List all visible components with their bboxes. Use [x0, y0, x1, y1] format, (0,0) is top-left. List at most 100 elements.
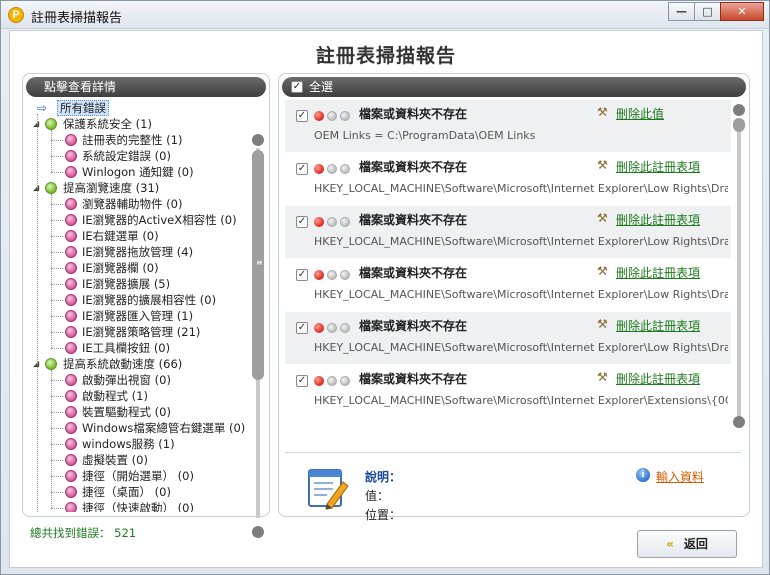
tree-connector: [51, 332, 63, 333]
hammer-icon: ⚒: [597, 317, 608, 331]
title-bar[interactable]: P 註冊表掃描報告 — □ ✕: [1, 1, 769, 29]
delete-link[interactable]: 刪除此註冊表項: [616, 370, 700, 387]
tree-item[interactable]: 啟動彈出視窗 (0): [33, 372, 251, 388]
back-arrow-icon: «: [666, 537, 674, 551]
tree-item[interactable]: IE工具欄按鈕 (0): [33, 340, 251, 356]
tree-category[interactable]: ◢ 保護系統安全 (1): [33, 116, 251, 132]
tree-item[interactable]: 系統設定錯誤 (0): [33, 148, 251, 164]
delete-link[interactable]: 刪除此註冊表項: [616, 264, 700, 281]
error-item-icon: [65, 198, 77, 210]
result-entry[interactable]: ✓ 檔案或資料夾不存在 ⚒ 刪除此註冊表項 HKEY_LOCAL_MACHINE\Sof…: [285, 365, 731, 417]
import-data-link[interactable]: 輸入資料: [656, 468, 704, 485]
result-entry[interactable]: ✓ 檔案或資料夾不存在 ⚒ 刪除此註冊表項 HKEY_LOCAL_MACHINE\Sof…: [285, 259, 731, 311]
tree-connector: [51, 204, 63, 205]
info-icon: i: [636, 468, 650, 482]
severity-red-icon: [314, 376, 324, 386]
error-item-icon: [65, 486, 77, 498]
delete-link[interactable]: 刪除此註冊表項: [616, 211, 700, 228]
tree-connector: [51, 492, 63, 493]
delete-link[interactable]: 刪除此註冊表項: [616, 317, 700, 334]
entry-path: HKEY_LOCAL_MACHINE\Software\Microsoft\In…: [314, 288, 728, 301]
error-item-icon: [65, 166, 77, 178]
tree-item-label: 捷徑（開始選單） (0): [82, 469, 194, 483]
tree-item-label: 提高瀏覽速度 (31): [63, 181, 160, 195]
tree-item[interactable]: Windows檔案總管右鍵選單 (0): [33, 420, 251, 436]
close-button[interactable]: ✕: [720, 2, 764, 21]
scroll-up-icon[interactable]: [733, 104, 745, 116]
entry-checkbox[interactable]: ✓: [296, 110, 308, 122]
tree-item[interactable]: 裝置驅動程式 (0): [33, 404, 251, 420]
info-divider: [285, 452, 741, 453]
tree-item[interactable]: 虛擬裝置 (0): [33, 452, 251, 468]
scroll-thumb[interactable]: ≡: [252, 150, 264, 380]
tree-connector: [51, 140, 63, 141]
scroll-thumb[interactable]: [733, 118, 745, 132]
results-scrollbar[interactable]: [733, 104, 745, 434]
tree-connector: [51, 396, 63, 397]
minimize-button[interactable]: —: [668, 2, 695, 21]
tree-connector: [51, 316, 63, 317]
tree-category[interactable]: ◢ 提高瀏覽速度 (31): [33, 180, 251, 196]
severity-gray-icon: [340, 323, 350, 333]
result-entry[interactable]: ✓ 檔案或資料夾不存在 ⚒ 刪除此註冊表項 HKEY_LOCAL_MACHINE\Sof…: [285, 206, 731, 258]
scroll-down-icon[interactable]: [733, 416, 745, 428]
back-button[interactable]: « 返回: [637, 530, 737, 558]
tree-item[interactable]: IE瀏覽器的ActiveX相容性 (0): [33, 212, 251, 228]
collapse-toggle-icon[interactable]: ◢: [33, 180, 43, 196]
tree-all-errors[interactable]: ⇨ 所有錯誤: [33, 100, 251, 116]
result-entry[interactable]: ✓ 檔案或資料夾不存在 ⚒ 刪除此註冊表項 HKEY_LOCAL_MACHINE\Sof…: [285, 312, 731, 364]
tree-item[interactable]: IE瀏覽器拖放管理 (4): [33, 244, 251, 260]
tree-item[interactable]: 捷徑（開始選單） (0): [33, 468, 251, 484]
hammer-icon: ⚒: [597, 211, 608, 225]
collapse-toggle-icon[interactable]: ◢: [33, 356, 43, 372]
maximize-button[interactable]: □: [694, 2, 721, 21]
tree-item[interactable]: IE瀏覽器策略管理 (21): [33, 324, 251, 340]
tree-item[interactable]: IE瀏覽器擴展 (5): [33, 276, 251, 292]
entry-path: HKEY_LOCAL_MACHINE\Software\Microsoft\In…: [314, 341, 728, 354]
tree-category[interactable]: ◢ 提高系統啟動速度 (66): [33, 356, 251, 372]
tree-item[interactable]: 註冊表的完整性 (1): [33, 132, 251, 148]
tree-item[interactable]: IE瀏覽器匯入管理 (1): [33, 308, 251, 324]
entry-checkbox[interactable]: ✓: [296, 216, 308, 228]
tree-item[interactable]: windows服務 (1): [33, 436, 251, 452]
scroll-down-icon[interactable]: [252, 526, 264, 538]
tree-item[interactable]: 捷徑（快速啟動） (0): [33, 500, 251, 512]
location-label: 位置：: [365, 508, 402, 522]
description-label: 說明：: [365, 470, 402, 484]
severity-red-icon: [314, 111, 324, 121]
tree-guide-line: [51, 370, 52, 508]
error-item-icon: [65, 134, 77, 146]
entry-title: 檔案或資料夾不存在: [359, 107, 468, 121]
tree-item-label: IE瀏覽器匯入管理 (1): [82, 309, 194, 323]
result-entry[interactable]: ✓ 檔案或資料夾不存在 ⚒ 刪除此註冊表項 HKEY_LOCAL_MACHINE\Sof…: [285, 153, 731, 205]
tree-item-label: 註冊表的完整性 (1): [82, 133, 183, 147]
collapse-toggle-icon[interactable]: ◢: [33, 116, 43, 132]
delete-link[interactable]: 刪除此註冊表項: [616, 158, 700, 175]
tree-item[interactable]: IE右鍵選單 (0): [33, 228, 251, 244]
tree-item[interactable]: IE瀏覽器的擴展相容性 (0): [33, 292, 251, 308]
tree-item[interactable]: 啟動程式 (1): [33, 388, 251, 404]
entry-path: HKEY_LOCAL_MACHINE\Software\Microsoft\In…: [314, 182, 728, 195]
entry-checkbox[interactable]: ✓: [296, 163, 308, 175]
entry-checkbox[interactable]: ✓: [296, 322, 308, 334]
delete-link[interactable]: 刪除此值: [616, 105, 664, 122]
tree-guide-line: [51, 130, 52, 172]
scroll-track[interactable]: [737, 132, 741, 426]
tree-item-label: 虛擬裝置 (0): [82, 453, 148, 467]
tree-item[interactable]: 瀏覽器輔助物件 (0): [33, 196, 251, 212]
tree-item[interactable]: IE瀏覽器欄 (0): [33, 260, 251, 276]
tree-item[interactable]: 捷徑（桌面） (0): [33, 484, 251, 500]
select-all-checkbox[interactable]: ✓: [291, 81, 303, 93]
result-entry[interactable]: ✓ 檔案或資料夾不存在 ⚒ 刪除此值 OEM Links = C:\ProgramDat…: [285, 100, 731, 152]
total-errors-text: 總共找到錯誤： 521: [30, 526, 137, 540]
entry-checkbox[interactable]: ✓: [296, 269, 308, 281]
category-tree[interactable]: ⇨ 所有錯誤 ◢ 保護系統安全 (1) 註冊表的完整性 (1) 系統設定錯誤 (0) Win…: [33, 100, 251, 512]
window-title: 註冊表掃描報告: [31, 11, 123, 26]
scroll-up-icon[interactable]: [252, 134, 264, 146]
entry-path: OEM Links = C:\ProgramData\OEM Links: [314, 129, 536, 142]
tree-scrollbar[interactable]: ≡: [252, 134, 264, 538]
entry-checkbox[interactable]: ✓: [296, 375, 308, 387]
tree-item[interactable]: Winlogon 通知鍵 (0): [33, 164, 251, 180]
tree-item-label: 所有錯誤: [57, 100, 109, 116]
error-item-icon: [65, 342, 77, 354]
